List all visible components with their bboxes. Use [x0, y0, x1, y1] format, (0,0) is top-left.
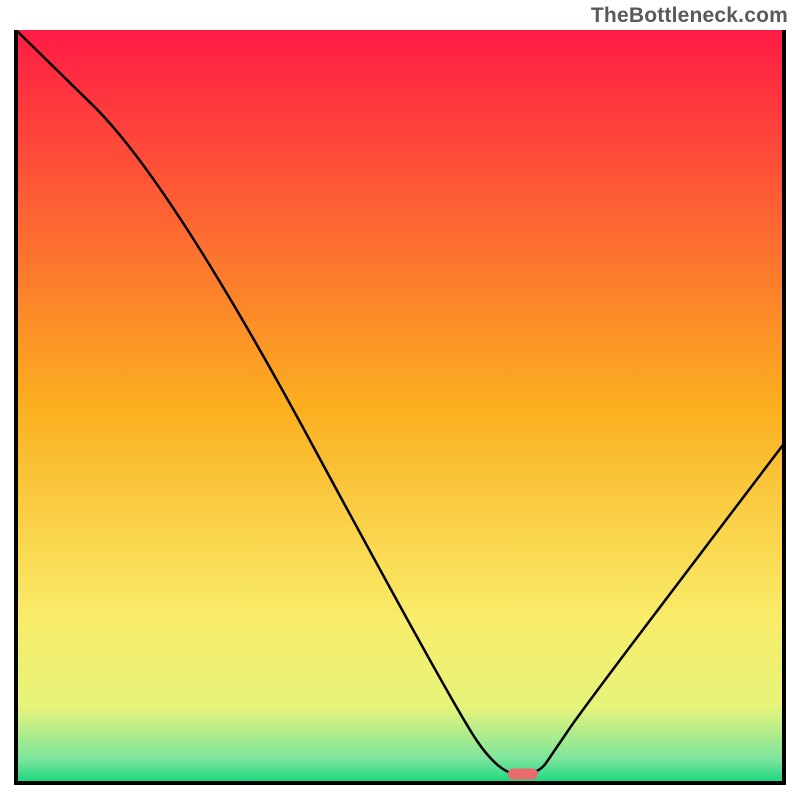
- chart-svg: [14, 30, 786, 786]
- plot-area: [14, 30, 786, 786]
- watermark-label: TheBottleneck.com: [591, 4, 788, 28]
- gradient-background: [16, 30, 784, 782]
- chart-canvas: TheBottleneck.com: [0, 0, 800, 800]
- optimal-marker: [508, 768, 538, 779]
